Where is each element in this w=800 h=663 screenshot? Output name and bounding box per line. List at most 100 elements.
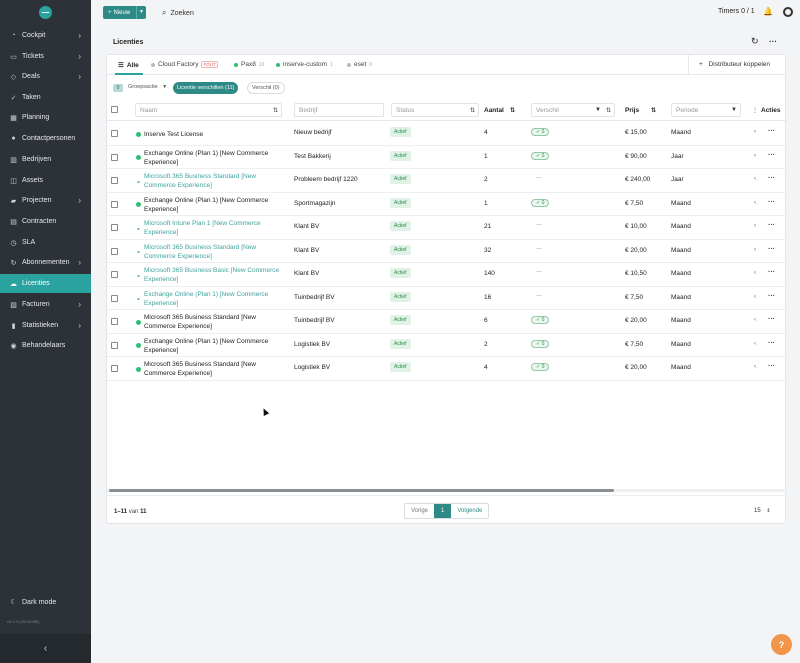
next-page-button[interactable]: Volgende [451,504,488,518]
table-row[interactable]: ⚭ Microsoft Intune Plan 1 [New Commerce E… [107,216,787,240]
group-action-dropdown[interactable]: Groepsactie ▼ [128,84,167,90]
row-checkbox[interactable] [111,294,118,302]
row-more-icon[interactable]: ··· [768,199,775,206]
collapse-sidebar-button[interactable]: ‹ [0,634,91,663]
sidebar-item-tickets[interactable]: ▭ Tickets › [0,47,91,66]
link-distributor-button[interactable]: + Distributeur koppelen [699,61,770,68]
row-more-icon[interactable]: ··· [768,269,775,276]
user-avatar-icon[interactable] [783,7,793,17]
license-name[interactable]: ⚭ Exchange Online (Plan 1) [New Commerce … [136,289,286,309]
license-name[interactable]: ⚭ Microsoft 365 Business Standard [New Co… [136,242,286,262]
status-badge: Actief [390,268,411,278]
license-name[interactable]: Microsoft 365 Business Standard [New Com… [136,312,286,332]
license-name[interactable]: Exchange Online (Plan 1) [New Commerce E… [136,195,286,215]
table-row[interactable]: ⚭ Exchange Online (Plan 1) [New Commerce … [107,287,787,310]
table-row[interactable]: Microsoft 365 Business Standard [New Com… [107,310,787,334]
row-checkbox[interactable] [111,200,118,208]
sidebar-item-assets[interactable]: ◫ Assets [0,171,91,190]
tab-pax8[interactable]: Pax8 10 [234,61,264,68]
license-name[interactable]: ⚭ Microsoft 365 Business Standard [New Co… [136,171,286,191]
sidebar-item-abonnementen[interactable]: ↻ Abonnementen › [0,253,91,272]
column-quantity[interactable]: Aantal ⇅ [484,103,518,117]
tab-all[interactable]: ☰ Alle [118,61,139,70]
difference-badge: ✓ 0 [531,151,550,160]
tab-cloud-factory[interactable]: Cloud Factory FOUT [151,61,218,68]
row-more-icon[interactable]: ··· [768,340,775,347]
sidebar-item-planning[interactable]: ▦ Planning [0,108,91,127]
filter-chip-difference[interactable]: Verschil (0) [247,82,285,94]
row-checkbox[interactable] [111,365,118,372]
row-more-icon[interactable]: ··· [768,222,775,229]
row-checkbox[interactable] [111,341,118,349]
column-difference[interactable]: Verschil ▼ ⇅ [531,103,615,117]
timers-indicator[interactable]: Timers 0 / 1 [718,8,755,15]
table-row[interactable]: ⚭ Microsoft 365 Business Standard [New Co… [107,240,787,263]
table-row[interactable]: Microsoft 365 Business Standard [New Com… [107,357,787,381]
table-row[interactable]: ⚭ Microsoft 365 Business Standard [New Co… [107,169,787,193]
license-name[interactable]: Microsoft 365 Business Standard [New Com… [136,359,286,379]
tab-eset[interactable]: eset 0 [347,61,372,68]
sidebar-item-deals[interactable]: ◇ Deals › [0,67,91,86]
row-checkbox[interactable] [111,153,118,161]
sidebar-item-statistieken[interactable]: ▮ Statistieken › [0,316,91,335]
table-row[interactable]: Exchange Online (Plan 1) [New Commerce E… [107,146,787,169]
bell-icon[interactable]: 🔔 [763,7,773,16]
new-button[interactable]: + Nieuw ▼ [103,6,146,19]
sidebar-item-facturen[interactable]: ▧ Facturen › [0,295,91,314]
page-title: Licenties [113,39,144,46]
filter-chip-license-differences[interactable]: Licentie verschillen (11) [173,82,239,94]
column-period[interactable]: Periode ▼ [671,103,741,117]
sidebar-item-contracten[interactable]: ▤ Contracten [0,212,91,231]
table-row[interactable]: Inserve Test License Nieuw bedrijf Actief 4… [107,122,787,146]
sidebar-item-licenties[interactable]: ☁ Licenties [0,274,91,293]
app-logo[interactable] [39,6,52,19]
row-more-icon[interactable]: ··· [768,316,775,323]
tab-inserve-custom[interactable]: inserve-custom 1 [276,61,333,68]
row-more-icon[interactable]: ··· [768,175,775,182]
sidebar-item-sla[interactable]: ◷ SLA [0,233,91,252]
row-more-icon[interactable]: ··· [768,363,775,370]
more-options-icon[interactable]: ··· [769,37,777,46]
license-name[interactable]: Inserve Test License [136,124,286,144]
license-name[interactable]: ⚭ Microsoft Intune Plan 1 [New Commerce E… [136,218,286,238]
row-checkbox[interactable] [111,177,118,184]
status-ok-dot [136,366,141,372]
table-row[interactable]: ⚭ Microsoft 365 Business Basic [New Comme… [107,263,787,287]
sidebar-item-bedrijven[interactable]: ▥ Bedrijven [0,150,91,169]
search-button[interactable]: ⌕ Zoeken [162,8,194,18]
row-checkbox[interactable] [111,271,118,278]
row-more-icon[interactable]: ··· [768,246,775,253]
previous-page-button[interactable]: Vorige [405,504,434,518]
scrollbar-thumb[interactable] [109,489,614,492]
sidebar-item-projecten[interactable]: ▰ Projecten › [0,191,91,210]
column-status[interactable]: Status ⇅ [391,103,479,117]
period-value: Maand [671,223,691,230]
row-more-icon[interactable]: ··· [768,152,775,159]
row-checkbox[interactable] [111,247,118,255]
column-company[interactable]: Bedrijf [294,103,384,117]
caret-down-icon[interactable]: ▼ [139,9,144,15]
sidebar-item-behandelaars[interactable]: ◉ Behandelaars [0,336,91,355]
table-row[interactable]: Exchange Online (Plan 1) [New Commerce E… [107,334,787,357]
page-1-button[interactable]: 1 [434,504,452,518]
column-name[interactable]: Naam ⇅ [135,103,282,117]
sidebar-item-contactpersonen[interactable]: ● Contactpersonen [0,129,91,148]
sidebar-item-cockpit[interactable]: ◔ Cockpit › [0,26,91,45]
row-more-icon[interactable]: ··· [768,128,775,135]
help-button[interactable]: ? [771,634,792,655]
quantity-value: 1 [484,199,488,207]
row-checkbox[interactable] [111,318,118,325]
refresh-icon[interactable]: ↻ [751,36,759,47]
table-row[interactable]: Exchange Online (Plan 1) [New Commerce E… [107,193,787,216]
column-price[interactable]: Prijs ⇅ [625,103,659,117]
per-page-select[interactable]: 15 ⇕ [754,508,771,514]
license-name[interactable]: Exchange Online (Plan 1) [New Commerce E… [136,148,286,168]
row-more-icon[interactable]: ··· [768,293,775,300]
row-checkbox[interactable] [111,224,118,231]
dark-mode-toggle[interactable]: ☾ Dark mode [0,595,91,609]
license-name[interactable]: ⚭ Microsoft 365 Business Basic [New Comme… [136,265,286,285]
sidebar-item-taken[interactable]: ✓ Taken [0,88,91,107]
select-all-checkbox[interactable] [111,106,118,113]
license-name[interactable]: Exchange Online (Plan 1) [New Commerce E… [136,336,286,356]
row-checkbox[interactable] [111,130,118,137]
